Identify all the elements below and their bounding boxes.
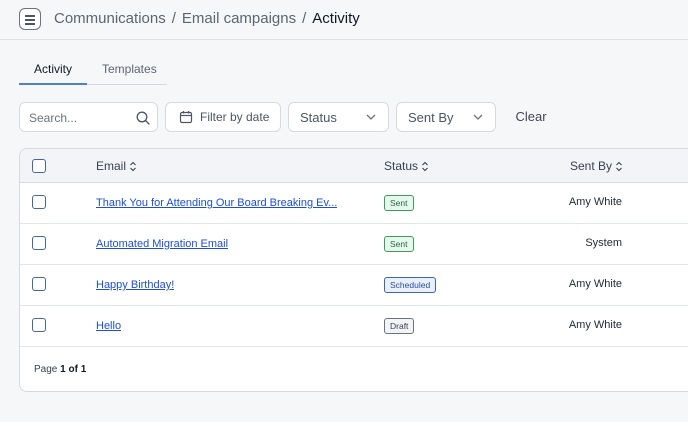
row-checkbox[interactable] <box>32 277 46 291</box>
row-checkbox[interactable] <box>32 236 46 250</box>
column-status[interactable]: Status <box>384 159 429 173</box>
sent-by-select[interactable]: Sent By <box>396 102 496 132</box>
status-badge: Scheduled <box>384 277 437 293</box>
status-badge: Sent <box>384 195 414 211</box>
search-icon[interactable] <box>135 110 151 126</box>
select-all-checkbox[interactable] <box>32 159 46 173</box>
breadcrumb-email-campaigns[interactable]: Email campaigns <box>182 10 296 27</box>
email-link[interactable]: Hello <box>96 320 121 333</box>
status-badge: Sent <box>384 236 414 252</box>
calendar-icon <box>179 111 193 124</box>
status-select[interactable]: Status <box>288 102 389 132</box>
chevron-down-icon <box>473 114 483 120</box>
sent-by-select-label: Sent By <box>408 110 454 125</box>
table-header: Email Status Sent By <box>20 149 688 183</box>
table-row[interactable]: Hello Draft Amy White <box>20 306 688 347</box>
sent-by-value: System <box>585 237 622 249</box>
table-row[interactable]: Thank You for Attending Our Board Breaki… <box>20 183 688 224</box>
sort-icon <box>422 162 428 172</box>
email-link[interactable]: Happy Birthday! <box>96 279 174 292</box>
date-filter-label: Filter by date <box>200 110 270 124</box>
pagination-count: 1 of 1 <box>60 364 87 375</box>
table-row[interactable]: Automated Migration Email Sent System <box>20 224 688 265</box>
column-email-label: Email <box>96 159 127 173</box>
active-tab-indicator <box>19 83 87 85</box>
email-link[interactable]: Thank You for Attending Our Board Breaki… <box>96 197 337 210</box>
breadcrumb-current: Activity <box>312 10 360 27</box>
column-status-label: Status <box>384 159 419 173</box>
pagination: Page 1 of 1 <box>34 364 86 376</box>
status-badge: Draft <box>384 318 415 334</box>
row-checkbox[interactable] <box>32 318 46 332</box>
campaigns-table: Email Status Sent By Thank You for Atten… <box>19 148 688 392</box>
breadcrumb-separator: / <box>171 10 176 27</box>
sent-by-value: Amy White <box>568 196 622 208</box>
sort-icon <box>616 162 622 172</box>
pagination-prefix: Page <box>34 364 58 375</box>
breadcrumb-communications[interactable]: Communications <box>54 10 166 27</box>
tab-templates[interactable]: Templates <box>102 62 157 76</box>
status-select-label: Status <box>300 110 337 125</box>
email-link[interactable]: Automated Migration Email <box>96 238 228 251</box>
breadcrumb: Communications / Email campaigns / Activity <box>54 10 360 28</box>
column-sent-by[interactable]: Sent By <box>570 159 623 173</box>
sort-icon <box>130 162 136 172</box>
table-row[interactable]: Happy Birthday! Scheduled Amy White <box>20 265 688 306</box>
top-header: Communications / Email campaigns / Activity <box>0 0 688 40</box>
search-box <box>19 102 158 132</box>
clear-button[interactable]: Clear <box>508 102 554 132</box>
sent-by-value: Amy White <box>568 319 622 331</box>
row-checkbox[interactable] <box>32 195 46 209</box>
chevron-down-icon <box>366 114 376 120</box>
menu-icon[interactable] <box>19 8 41 30</box>
breadcrumb-separator: / <box>302 10 307 27</box>
column-email[interactable]: Email <box>96 159 137 173</box>
search-input[interactable] <box>29 110 129 126</box>
column-sent-by-label: Sent By <box>570 159 613 173</box>
date-filter-button[interactable]: Filter by date <box>165 102 281 132</box>
tab-bar: Activity Templates <box>19 55 167 85</box>
tab-activity[interactable]: Activity <box>34 62 72 76</box>
sent-by-value: Amy White <box>568 278 622 290</box>
